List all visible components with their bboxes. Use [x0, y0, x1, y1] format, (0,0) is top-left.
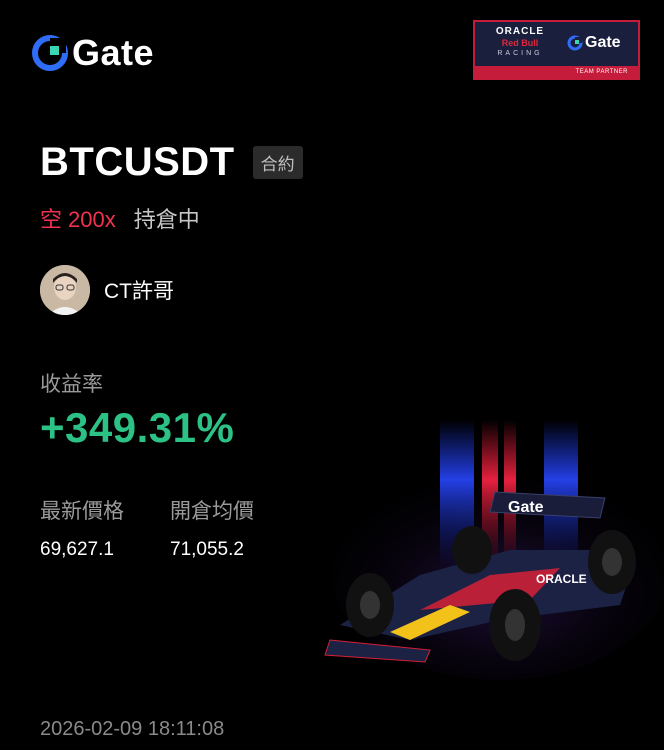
gate-mini-icon	[567, 35, 583, 51]
latest-price-block: 最新價格 69,627.1	[40, 495, 124, 561]
roi-value: +349.31%	[40, 404, 235, 451]
partner-gate-text: Gate	[585, 34, 621, 51]
position-row: 空 200x 持倉中	[40, 202, 200, 234]
avatar-photo	[40, 265, 90, 315]
partner-gate-logo: Gate	[567, 34, 621, 52]
gate-logo-icon	[32, 35, 68, 71]
oracle-text: ORACLE	[495, 26, 545, 37]
team-partner-badge: ORACLE Red Bull RACING Gate TEAM PARTNER	[473, 20, 640, 80]
timestamp: 2026-02-09 18:11:08	[40, 718, 225, 740]
entry-price-block: 開倉均價 71,055.2	[170, 495, 254, 561]
redbull-text: Red Bull	[501, 38, 539, 48]
gate-logo: Gate	[32, 32, 154, 74]
svg-text:ORACLE: ORACLE	[536, 572, 587, 586]
roi-label: 收益率	[40, 373, 103, 396]
user-row: CT許哥	[40, 265, 174, 315]
racing-text: RACING	[497, 50, 543, 57]
brand-name: Gate	[72, 32, 155, 73]
team-partner-label: TEAM PARTNER	[475, 66, 638, 78]
latest-price-value: 69,627.1	[40, 539, 114, 560]
svg-text:Gate: Gate	[508, 499, 544, 516]
f1-car-illustration: Gate ORACLE	[324, 420, 664, 680]
username: CT許哥	[104, 280, 174, 303]
pair-row: BTCUSDT 合約	[40, 140, 303, 185]
avatar	[40, 265, 90, 315]
position-side: 空	[40, 207, 63, 232]
trading-pair: BTCUSDT	[40, 140, 235, 184]
latest-price-label: 最新價格	[40, 500, 124, 523]
position-status: 持倉中	[133, 207, 200, 232]
contract-badge: 合約	[252, 146, 303, 179]
entry-price-value: 71,055.2	[170, 539, 244, 560]
leverage: 200x	[68, 207, 116, 232]
entry-price-label: 開倉均價	[170, 500, 254, 523]
